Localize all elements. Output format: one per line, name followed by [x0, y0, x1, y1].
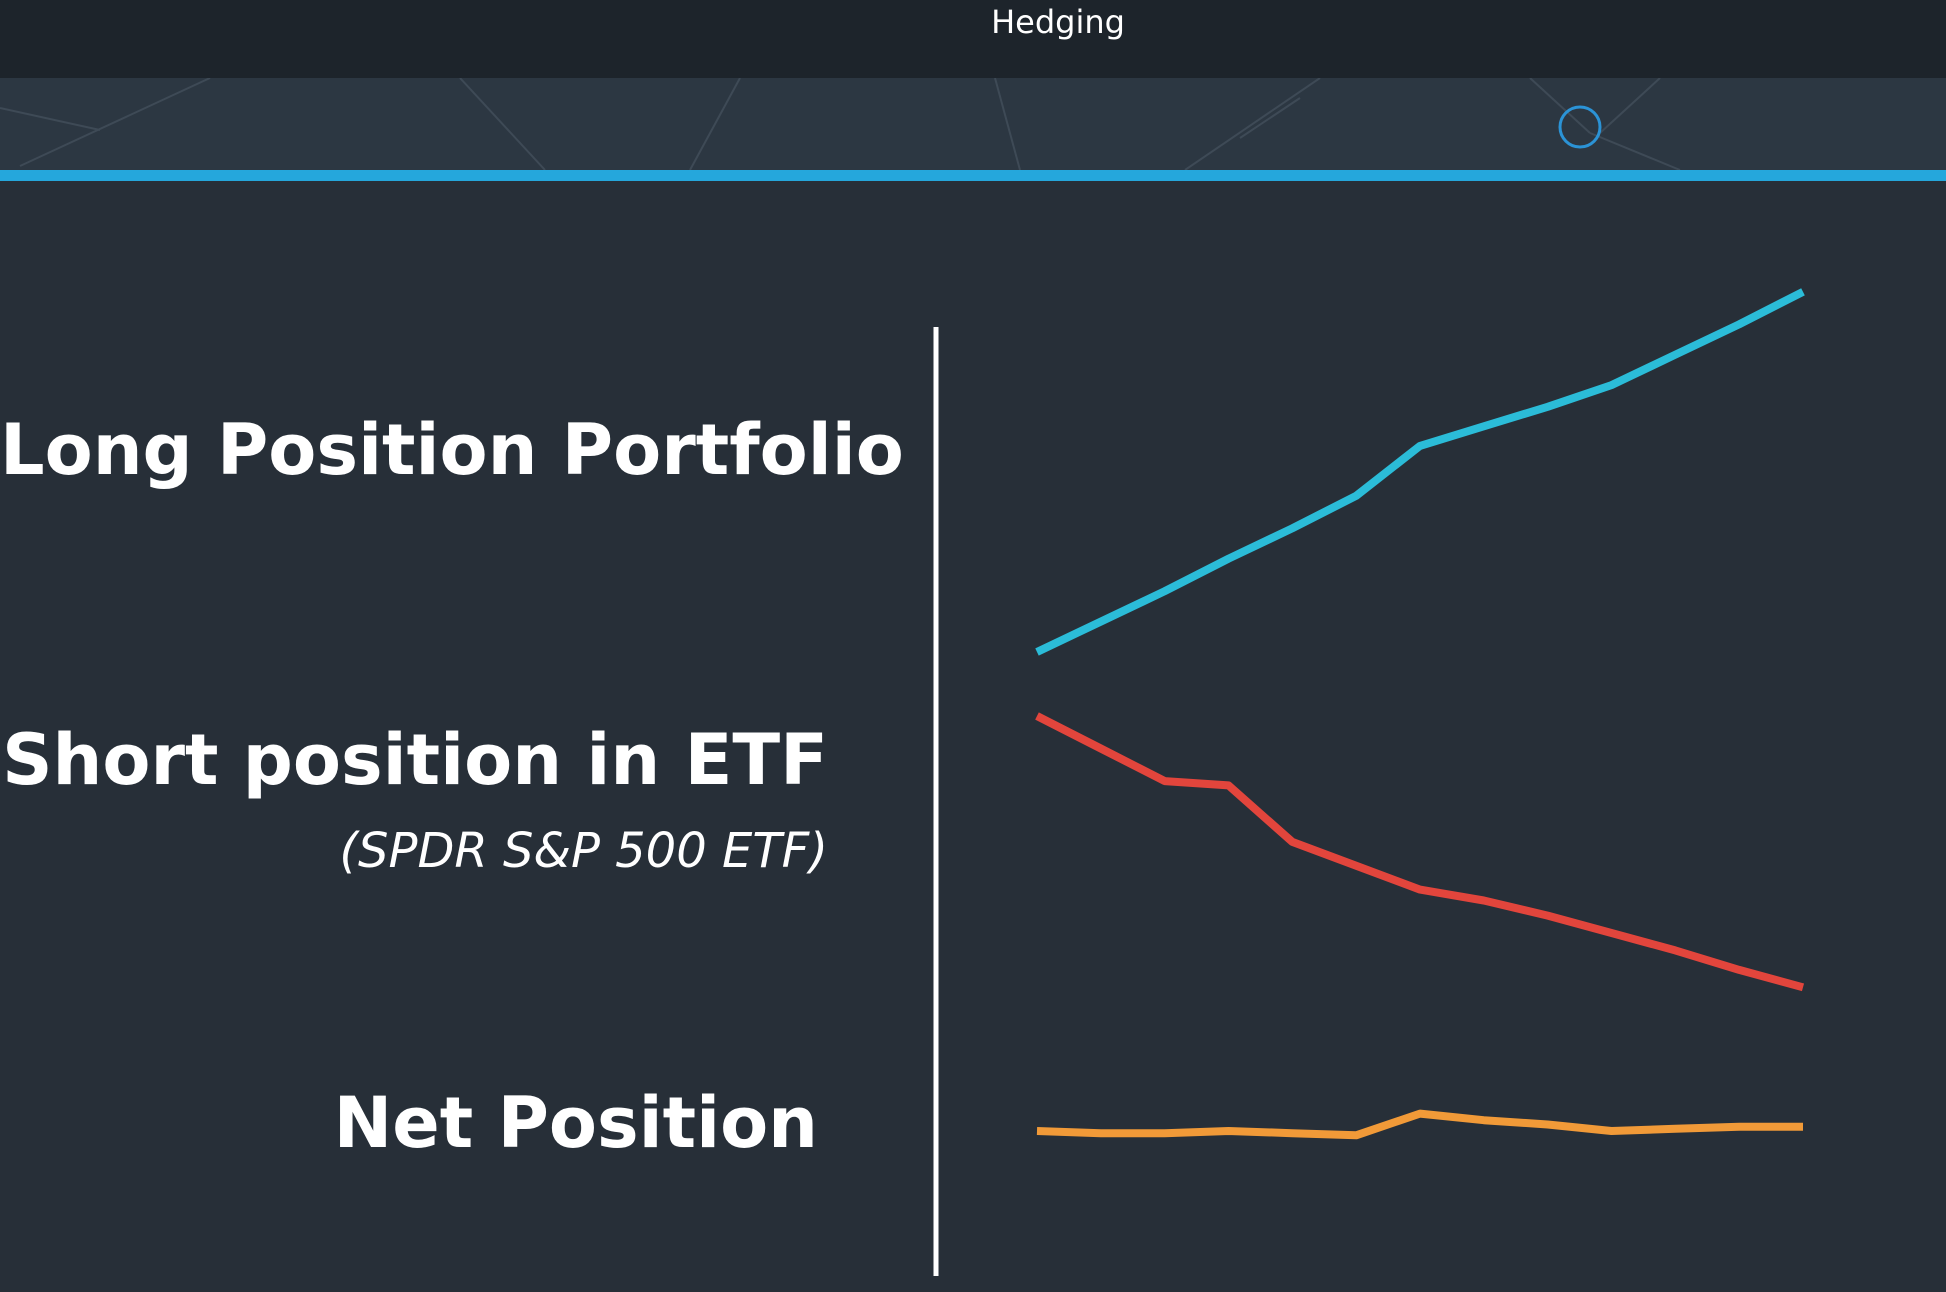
series-label-short-position: Short position in ETF: [2, 719, 828, 801]
series-layer: [1035, 288, 1805, 1140]
series-line-net-position: [1036, 1109, 1803, 1140]
series-line-long-position: [1035, 288, 1805, 656]
series-label-net-position: Net Position: [333, 1082, 818, 1164]
series-label-long-position: Long Position Portfolio: [0, 409, 904, 491]
series-line-short-position: [1035, 712, 1805, 992]
series-sublabel-short-position: (SPDR S&P 500 ETF): [339, 823, 828, 879]
